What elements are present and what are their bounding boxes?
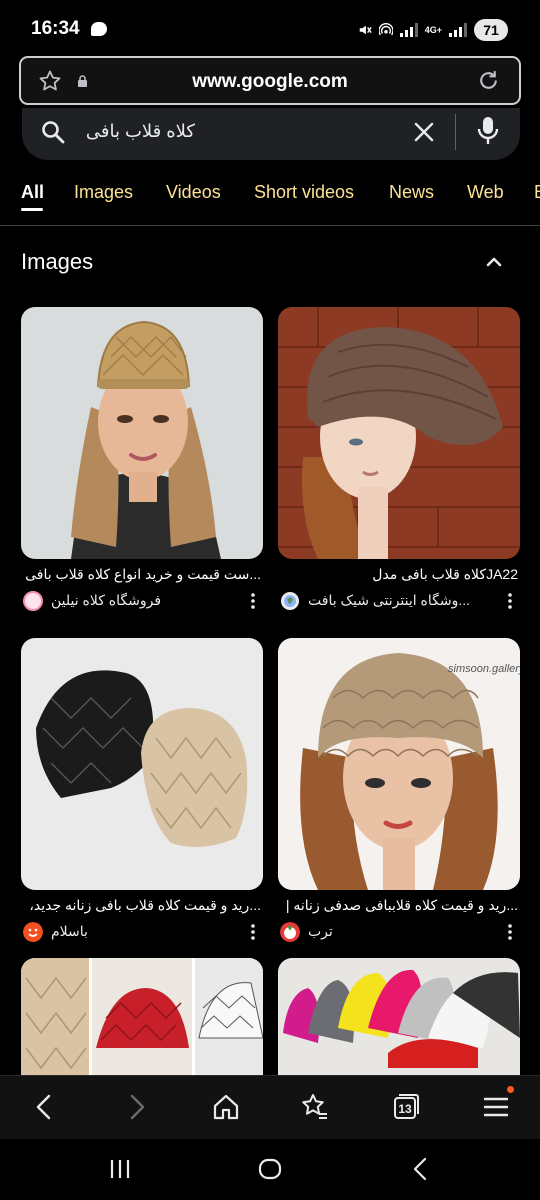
image-watermark: simsoon.gallery (448, 663, 520, 675)
search-box[interactable]: کلاه قلاب بافی (22, 108, 520, 160)
result-thumbnail[interactable]: simsoon.gallery (278, 638, 520, 890)
tab-images[interactable]: Images (74, 182, 133, 203)
url-bar[interactable]: www.google.com (19, 56, 521, 105)
reload-icon[interactable] (476, 68, 501, 93)
network-type: 4G+ (424, 24, 442, 35)
result-thumbnail[interactable] (21, 307, 263, 559)
images-section-title: Images (21, 249, 94, 274)
image-result-card[interactable]: ...ست قیمت و خرید انواع کلاه قلاب بافی ف… (21, 307, 263, 613)
tab-all[interactable]: All (21, 182, 44, 203)
tab-short-videos[interactable]: Short videos (254, 182, 354, 203)
search-icon (42, 121, 65, 144)
result-source[interactable]: ترب (278, 920, 520, 944)
url-text[interactable]: www.google.com (21, 71, 519, 93)
result-caption[interactable]: ...رید و قیمت کلاه قلاب بافی زنانه جدید، (21, 897, 263, 914)
source-name[interactable]: باسلام (51, 923, 241, 940)
tab-videos[interactable]: Videos (166, 182, 221, 203)
chevron-up-icon[interactable] (485, 254, 503, 268)
chat-notification-icon (91, 22, 107, 36)
search-tabs: All Images Videos Short videos News Web … (21, 182, 540, 216)
result-caption[interactable]: ...رید و قیمت کلاه قلاببافی صدفی زنانه | (278, 897, 520, 914)
result-caption[interactable]: ...ست قیمت و خرید انواع کلاه قلاب بافی (21, 566, 263, 583)
result-thumbnail[interactable] (21, 638, 263, 890)
pink-logo-icon (23, 591, 43, 611)
menu-notification-dot (507, 1086, 514, 1093)
forward-icon[interactable] (121, 1092, 151, 1122)
tabs-divider (0, 225, 540, 226)
image-result-card[interactable]: ...رید و قیمت کلاه قلاب بافی زنانه جدید،… (21, 638, 263, 944)
tab-news[interactable]: News (389, 182, 434, 203)
recent-apps-icon[interactable] (108, 1157, 132, 1181)
result-caption[interactable]: JA22کلاه قلاب بافی مدل (278, 566, 520, 583)
browser-bottom-bar: 13 (0, 1075, 540, 1139)
mannequin-slouch-beanie-image (278, 307, 520, 559)
tabs-button[interactable]: 13 (391, 1092, 421, 1122)
status-bar: 16:34 4G+ 71 (0, 0, 540, 56)
home-icon[interactable] (211, 1092, 241, 1122)
tab-overflow[interactable]: B (534, 182, 540, 203)
black-beige-hats-image (21, 638, 263, 890)
result-thumbnail[interactable] (278, 307, 520, 559)
image-result-card[interactable]: simsoon.gallery ...رید و قیمت کلاه قلابب… (278, 638, 520, 944)
source-name[interactable]: ترب (308, 923, 498, 940)
system-navigation-bar (0, 1139, 540, 1200)
search-divider (455, 114, 456, 150)
signal-2-icon (449, 23, 467, 37)
tab-count: 13 (398, 1102, 412, 1116)
hotspot-icon (378, 23, 393, 36)
search-input[interactable]: کلاه قلاب بافی (86, 121, 195, 142)
orange-face-icon (23, 922, 43, 942)
image-result-card[interactable]: JA22کلاه قلاب بافی مدل ...وشگاه اینترنتی… (278, 307, 520, 613)
tab-web[interactable]: Web (467, 182, 504, 203)
mannequin-shell-hat-image: simsoon.gallery (278, 638, 520, 890)
battery-level: 71 (474, 19, 508, 41)
red-tomato-icon (280, 922, 300, 942)
system-home-icon[interactable] (258, 1157, 282, 1181)
back-icon[interactable] (30, 1092, 60, 1122)
menu-icon[interactable] (481, 1092, 511, 1122)
microphone-icon[interactable] (476, 116, 500, 146)
result-source[interactable]: ...وشگاه اینترنتی شیک بافت (278, 589, 520, 613)
woman-crochet-hat-image (21, 307, 263, 559)
clear-icon[interactable] (413, 121, 435, 143)
status-time: 16:34 (31, 18, 80, 39)
result-source[interactable]: فروشگاه کلاه نیلین (21, 589, 263, 613)
source-name[interactable]: فروشگاه کلاه نیلین (51, 592, 241, 609)
bookmarks-icon[interactable] (300, 1092, 330, 1122)
signal-1-icon (399, 23, 418, 37)
source-name[interactable]: ...وشگاه اینترنتی شیک بافت (308, 592, 498, 609)
more-vert-icon[interactable] (251, 924, 255, 940)
system-back-icon[interactable] (409, 1157, 433, 1181)
globe-icon (281, 592, 299, 610)
status-icons: 4G+ 71 (358, 17, 508, 43)
result-source[interactable]: باسلام (21, 920, 263, 944)
active-tab-indicator (21, 208, 43, 211)
more-vert-icon[interactable] (508, 924, 512, 940)
mute-icon (359, 25, 372, 35)
more-vert-icon[interactable] (251, 593, 255, 609)
more-vert-icon[interactable] (508, 593, 512, 609)
